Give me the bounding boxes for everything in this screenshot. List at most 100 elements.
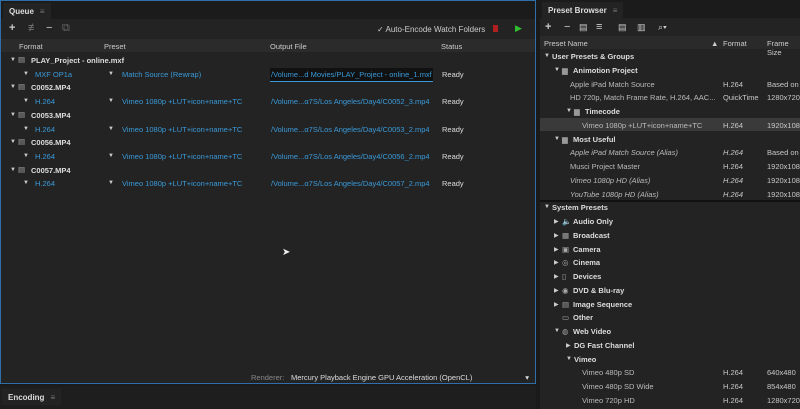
source-row[interactable]: ▼ ▤ C0053.MP4 xyxy=(1,108,535,122)
disclosure-triangle-icon[interactable]: ▼ xyxy=(10,57,16,63)
collapsed-triangle-icon[interactable]: ▶ xyxy=(554,273,559,280)
expanded-triangle-icon[interactable]: ▼ xyxy=(566,108,572,114)
col-output[interactable]: Output File xyxy=(270,42,307,51)
preset-row[interactable]: Apple iPad Match Source (Alias) H.264 Base… xyxy=(540,145,800,159)
format-value[interactable]: H.264 xyxy=(35,152,55,161)
preset-group-row[interactable]: ▶ ◎ Cinema xyxy=(540,255,800,269)
col-format[interactable]: Format xyxy=(723,39,747,48)
panel-menu-icon[interactable]: ≡ xyxy=(40,7,45,16)
expanded-triangle-icon[interactable]: ▼ xyxy=(544,53,550,59)
preset-row[interactable]: HD 720p, Match Frame Rate, H.264, AAC...… xyxy=(540,90,800,104)
preset-row[interactable]: Vimeo 1080p HD (Alias) H.264 1920x108 xyxy=(540,173,800,187)
output-row[interactable]: ▼ H.264 ▼ Vimeo 1080p +LUT+icon+name+TC/Vol… xyxy=(1,94,535,108)
collapsed-triangle-icon[interactable]: ▶ xyxy=(566,342,571,349)
preset-group-row[interactable]: ▶ ▤ Image Sequence xyxy=(540,297,800,311)
output-row[interactable]: ▼ H.264 ▼ Vimeo 1080p +LUT+icon+name+TC/Vol… xyxy=(1,122,535,136)
expanded-triangle-icon[interactable]: ▼ xyxy=(566,356,572,362)
collapsed-triangle-icon[interactable]: ▶ xyxy=(554,287,559,294)
format-value[interactable]: H.264 xyxy=(35,179,55,188)
preset-value[interactable]: Vimeo 1080p +LUT+icon+name+TC xyxy=(122,179,242,188)
remove-icon[interactable]: − xyxy=(46,23,52,34)
output-file-link[interactable]: /Volume...α7S/Los Angeles/Day4/C0052_3.m… xyxy=(270,95,431,108)
preset-row[interactable]: Musci Project Master H.264 1920x108 xyxy=(540,159,800,173)
preset-row[interactable]: Vimeo 1080p +LUT+icon+name+TC H.264 1920x1… xyxy=(540,117,800,132)
preset-group-row[interactable]: ▶ ▦ Broadcast xyxy=(540,228,800,242)
format-value[interactable]: H.264 xyxy=(35,97,55,106)
source-row[interactable]: ▼ ▤ C0052.MP4 xyxy=(1,80,535,94)
preset-value[interactable]: Vimeo 1080p +LUT+icon+name+TC xyxy=(122,97,242,106)
preset-settings-icon[interactable]: ≡ xyxy=(596,22,602,33)
preset-row[interactable]: YouTube 1080p HD (Alias) H.264 1920x108 xyxy=(540,187,800,202)
tab-preset-browser[interactable]: Preset Browser ≡ xyxy=(542,2,624,18)
collapsed-triangle-icon[interactable]: ▶ xyxy=(554,232,559,239)
start-queue-icon[interactable]: ▶ xyxy=(515,23,522,34)
renderer-select[interactable]: Mercury Playback Engine GPU Acceleration… xyxy=(291,373,531,382)
panel-menu-icon[interactable]: ≡ xyxy=(613,6,618,15)
disclosure-triangle-icon[interactable]: ▼ xyxy=(10,139,16,145)
collapsed-triangle-icon[interactable]: ▶ xyxy=(554,259,559,266)
search-icon[interactable]: ⌕▾ xyxy=(658,22,667,33)
col-status[interactable]: Status xyxy=(441,42,462,51)
format-value[interactable]: H.264 xyxy=(35,125,55,134)
stop-icon[interactable] xyxy=(493,25,498,32)
collapsed-triangle-icon[interactable]: ▶ xyxy=(554,301,559,308)
preset-dropdown-icon[interactable]: ▼ xyxy=(108,153,114,159)
collapsed-triangle-icon[interactable]: ▶ xyxy=(554,218,559,225)
import-preset-icon[interactable]: ▤ xyxy=(618,22,627,33)
preset-value[interactable]: Vimeo 1080p +LUT+icon+name+TC xyxy=(122,125,242,134)
preset-group-row[interactable]: ▼ ▆ Animotion Project xyxy=(540,63,800,77)
preset-dropdown-icon[interactable]: ▼ xyxy=(108,126,114,132)
preset-group-row[interactable]: ▼ ◍ Web Video xyxy=(540,324,800,338)
preset-group-row[interactable]: ▶ DG Fast Channel xyxy=(540,338,800,352)
preset-group-row[interactable]: ▶ 🔈 Audio Only xyxy=(540,214,800,228)
col-format[interactable]: Format xyxy=(19,42,43,51)
expanded-triangle-icon[interactable]: ▼ xyxy=(554,136,560,142)
expanded-triangle-icon[interactable]: ▼ xyxy=(554,328,560,334)
auto-encode-checkbox[interactable]: ✓ Auto-Encode Watch Folders xyxy=(377,24,485,35)
expanded-triangle-icon[interactable]: ▼ xyxy=(554,67,560,73)
tab-encoding[interactable]: Encoding ≡ xyxy=(2,389,62,405)
remove-preset-icon[interactable]: − xyxy=(564,22,570,33)
preset-group-row[interactable]: ▼ ▆ Most Useful xyxy=(540,132,800,146)
output-file-link[interactable]: /Volume...α7S/Los Angeles/Day4/C0057_2.m… xyxy=(270,177,431,190)
preset-row[interactable]: Vimeo 480p SD Wide H.264 854x480 xyxy=(540,379,800,393)
preset-dropdown-icon[interactable]: ▼ xyxy=(108,71,114,77)
collapsed-triangle-icon[interactable]: ▶ xyxy=(554,246,559,253)
col-preset[interactable]: Preset xyxy=(104,42,126,51)
preset-group-row[interactable]: ▭ Other xyxy=(540,310,800,324)
expanded-triangle-icon[interactable]: ▼ xyxy=(544,204,550,210)
preset-group-row[interactable]: ▼ ▆ Timecode xyxy=(540,104,800,118)
preset-value[interactable]: Match Source (Rewrap) xyxy=(122,70,201,79)
format-dropdown-icon[interactable]: ▼ xyxy=(23,98,29,104)
export-preset-icon[interactable]: ▥ xyxy=(637,22,646,33)
format-dropdown-icon[interactable]: ▼ xyxy=(23,153,29,159)
preset-row[interactable]: Vimeo 720p HD H.264 1280x720 xyxy=(540,393,800,407)
output-file-link[interactable]: /Volume...α7S/Los Angeles/Day4/C0056_2.m… xyxy=(270,150,431,163)
output-row[interactable]: ▼ H.264 ▼ Vimeo 1080p +LUT+icon+name+TC/Vol… xyxy=(1,149,535,163)
preset-group-row[interactable]: ▶ ▯ Devices xyxy=(540,269,800,283)
format-dropdown-icon[interactable]: ▼ xyxy=(23,180,29,186)
preset-dropdown-icon[interactable]: ▼ xyxy=(108,180,114,186)
output-row[interactable]: ▼ H.264 ▼ Vimeo 1080p +LUT+icon+name+TC/Vol… xyxy=(1,176,535,190)
duplicate-icon[interactable]: ⧉ xyxy=(62,23,70,34)
settings-icon[interactable]: ≢ xyxy=(28,23,39,34)
format-dropdown-icon[interactable]: ▼ xyxy=(23,71,29,77)
preset-group-row[interactable]: ▶ ◉ DVD & Blu-ray xyxy=(540,283,800,297)
source-row[interactable]: ▼ ▤ PLAY_Project - online.mxf xyxy=(1,53,535,67)
preset-dropdown-icon[interactable]: ▼ xyxy=(108,98,114,104)
preset-row[interactable]: Vimeo 480p SD H.264 640x480 xyxy=(540,365,800,379)
format-dropdown-icon[interactable]: ▼ xyxy=(23,126,29,132)
preset-group-row[interactable]: ▼ Vimeo xyxy=(540,352,800,366)
col-preset-name[interactable]: Preset Name xyxy=(544,39,588,48)
preset-group-row[interactable]: ▼ User Presets & Groups xyxy=(540,49,800,63)
preset-group-row[interactable]: ▼ System Presets xyxy=(540,200,800,214)
disclosure-triangle-icon[interactable]: ▼ xyxy=(10,167,16,173)
panel-menu-icon[interactable]: ≡ xyxy=(50,393,55,402)
tab-queue[interactable]: Queue ≡ xyxy=(3,3,51,19)
format-value[interactable]: MXF OP1a xyxy=(35,70,72,79)
sort-asc-icon[interactable]: ▲ xyxy=(711,39,718,48)
new-group-icon[interactable]: ▤ xyxy=(579,22,588,33)
disclosure-triangle-icon[interactable]: ▼ xyxy=(10,84,16,90)
disclosure-triangle-icon[interactable]: ▼ xyxy=(10,112,16,118)
source-row[interactable]: ▼ ▤ C0057.MP4 xyxy=(1,163,535,177)
